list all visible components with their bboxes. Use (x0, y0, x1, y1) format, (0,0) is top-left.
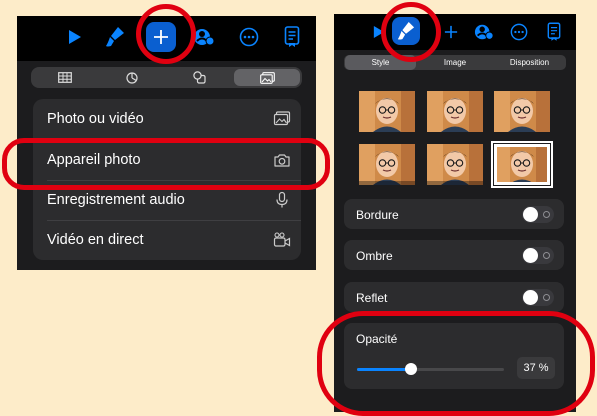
more-icon[interactable] (506, 19, 532, 45)
opacity-slider-fill (357, 368, 412, 371)
tab-media[interactable] (234, 69, 300, 86)
microphone-icon (276, 191, 288, 208)
brush-icon[interactable] (392, 17, 420, 45)
shadow-row: Ombre (344, 240, 564, 270)
format-panel: Style Image Disposition Bordure Ombre Re… (334, 14, 576, 412)
opacity-label: Opacité (356, 332, 398, 346)
table-icon (58, 72, 72, 83)
reflection-label: Reflet (356, 291, 388, 305)
format-tabs: Style Image Disposition (344, 55, 566, 70)
style-preset-thumbnail[interactable] (491, 141, 553, 188)
insert-media-menu: Photo ou vidéo Appareil photo Enregistre… (33, 99, 301, 260)
camera-icon (274, 154, 290, 167)
tab-layout[interactable]: Disposition (494, 55, 565, 70)
tab-table[interactable] (33, 69, 97, 86)
menu-item-label: Appareil photo (47, 152, 141, 168)
shadow-label: Ombre (356, 249, 393, 263)
chart-icon (126, 71, 138, 84)
style-preset-thumbnail[interactable] (494, 91, 550, 132)
menu-item-label: Photo ou vidéo (47, 111, 144, 127)
toolbar (17, 16, 316, 61)
style-preset-thumbnail[interactable] (427, 144, 483, 185)
collaborate-icon[interactable] (471, 19, 497, 45)
live-video-icon (273, 232, 291, 247)
document-icon[interactable] (541, 19, 567, 45)
menu-item-audio-recording[interactable]: Enregistrement audio (33, 180, 301, 220)
play-icon[interactable] (366, 19, 392, 45)
reflection-row: Reflet (344, 282, 564, 312)
border-label: Bordure (356, 208, 399, 222)
shapes-icon (192, 71, 206, 84)
insert-panel: Photo ou vidéo Appareil photo Enregistre… (17, 16, 316, 270)
tab-chart[interactable] (100, 69, 164, 86)
menu-item-camera[interactable]: Appareil photo (33, 140, 301, 180)
tab-shapes[interactable] (167, 69, 231, 86)
border-row: Bordure (344, 199, 564, 229)
shadow-toggle[interactable] (522, 247, 554, 264)
tab-image[interactable]: Image (419, 55, 491, 70)
toolbar (334, 14, 576, 50)
style-preset-thumbnail[interactable] (359, 91, 415, 132)
play-icon[interactable] (62, 24, 88, 50)
menu-item-label: Vidéo en direct (47, 232, 144, 248)
photo-library-icon (273, 111, 291, 126)
reflection-toggle[interactable] (522, 289, 554, 306)
menu-item-label: Enregistrement audio (47, 192, 185, 208)
insert-type-tabs (31, 67, 302, 88)
opacity-slider-thumb[interactable] (405, 363, 418, 375)
opacity-slider[interactable] (357, 363, 504, 375)
menu-item-live-video[interactable]: Vidéo en direct (33, 220, 301, 260)
border-toggle[interactable] (522, 206, 554, 223)
style-preset-thumbnail[interactable] (427, 91, 483, 132)
brush-icon[interactable] (102, 24, 128, 50)
more-icon[interactable] (236, 24, 262, 50)
plus-icon[interactable] (146, 22, 176, 52)
collaborate-icon[interactable] (191, 24, 217, 50)
opacity-control: Opacité 37 % (344, 323, 564, 389)
plus-icon[interactable] (438, 19, 464, 45)
document-icon[interactable] (279, 24, 305, 50)
opacity-value[interactable]: 37 % (517, 357, 555, 379)
media-icon (259, 71, 275, 84)
tab-style[interactable]: Style (345, 55, 416, 70)
style-preset-thumbnail[interactable] (359, 144, 415, 185)
menu-item-photo-video[interactable]: Photo ou vidéo (33, 99, 301, 139)
